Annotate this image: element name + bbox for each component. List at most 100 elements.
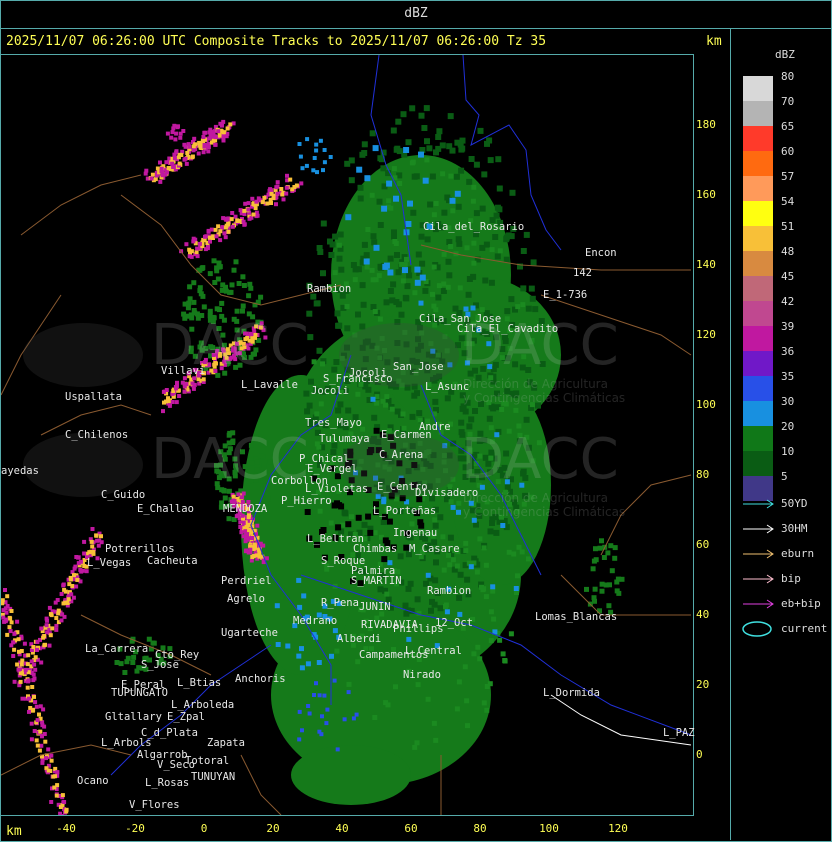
x-tick-label: 80	[473, 822, 487, 835]
place-label: Andre	[419, 421, 451, 433]
place-label: 142	[573, 267, 592, 279]
legend-swatch	[743, 426, 773, 451]
legend-swatch	[743, 276, 773, 301]
legend-swatch	[743, 251, 773, 276]
y-tick-label: 160	[696, 188, 716, 201]
y-tick-label: 0	[696, 748, 703, 761]
legend-swatch	[743, 376, 773, 401]
place-label: Ugarteche	[221, 627, 278, 639]
place-label: Nirado	[403, 669, 441, 681]
legend-swatch-label: 10	[781, 445, 795, 458]
legend-swatch	[743, 451, 773, 476]
place-label: S_Jose	[141, 659, 179, 671]
place-label: San_Jose	[393, 361, 444, 373]
place-label: Cila_del_Rosario	[423, 221, 525, 233]
y-tick-label: 140	[696, 258, 716, 271]
place-label: Encon	[585, 247, 617, 259]
place-label: MENDOZA	[223, 503, 268, 515]
place-label: Cila_El_Cavadito	[457, 323, 559, 335]
legend-swatch-label: 36	[781, 345, 795, 358]
place-label: Perdriel	[221, 575, 272, 587]
place-label: L_Arboleda	[171, 699, 235, 711]
place-label: V_Flores	[129, 799, 180, 811]
place-label: Chimbas	[353, 543, 398, 555]
track-legend-label: current	[781, 622, 828, 635]
place-label: Alberdi	[337, 633, 382, 645]
place-label: L_Asunc	[425, 381, 470, 393]
place-label: L_Violetas	[305, 483, 369, 495]
track-arrow-icon	[743, 599, 774, 609]
legend-swatch-label: 70	[781, 95, 795, 108]
legend-swatch-label: 48	[781, 245, 795, 258]
place-label: L_PAZ	[663, 727, 695, 739]
place-label: L_Dormida	[543, 687, 600, 699]
place-label: R_Pena	[321, 597, 359, 609]
place-label: TUNUYAN	[191, 771, 236, 783]
track-arrow-icon	[743, 574, 774, 584]
track-legend-label: eb+bip	[781, 597, 821, 610]
legend-swatch	[743, 176, 773, 201]
place-label: Ocano	[77, 775, 109, 787]
x-tick-label: 120	[608, 822, 628, 835]
track-legend-label: eburn	[781, 547, 815, 560]
track-arrow-icon	[743, 549, 774, 559]
legend-swatch-label: 65	[781, 120, 795, 133]
radar-map[interactable]: DACC DACC DACC DACC Dirección de Agricul…	[0, 54, 695, 816]
x-tick-label: 100	[539, 822, 559, 835]
legend-swatch	[743, 126, 773, 151]
place-label: S_MARTIN	[351, 575, 402, 587]
track-legend-label: 50YD	[781, 497, 808, 510]
place-label: L_Lavalle	[241, 379, 298, 391]
place-label: 12_Oct	[435, 617, 473, 629]
legend-swatch-label: 57	[781, 170, 795, 183]
place-label: Tulumaya	[319, 433, 370, 445]
place-label: L_Porteñas	[373, 505, 437, 517]
legend-swatch	[743, 226, 773, 251]
track-arrow-icon	[743, 524, 774, 534]
y-tick-label: 120	[696, 328, 716, 341]
legend-swatch	[743, 401, 773, 426]
track-legend-label: bip	[781, 572, 801, 585]
x-tick-label: 0	[200, 822, 208, 835]
legend-swatch	[743, 101, 773, 126]
track-arrow-icon	[743, 499, 774, 509]
x-tick-label: -40	[56, 822, 76, 835]
place-label: Anchoris	[235, 673, 286, 685]
place-label: E_Zpal	[167, 711, 205, 723]
place-label: E_Challao	[137, 503, 194, 515]
y-tick-label: 60	[696, 538, 710, 551]
place-label: Totoral	[185, 755, 230, 767]
place-label: Divisadero	[415, 487, 479, 499]
place-label: E_1-736	[543, 289, 588, 301]
place-label: Uspallata	[65, 391, 122, 403]
watermark-brand-4: DACC	[461, 427, 619, 492]
legend-swatch	[743, 301, 773, 326]
place-label: C_Chilenos	[65, 429, 129, 441]
current-position-icon	[742, 621, 772, 637]
legend-title: dBZ	[775, 48, 795, 61]
y-tick-label: 80	[696, 468, 710, 481]
watermark-text-3: Dirección de Agricultura	[463, 491, 608, 505]
place-label: C_Guido	[101, 489, 146, 501]
place-label: Medrano	[293, 615, 338, 627]
window-title: dBZ	[404, 6, 428, 21]
legend-swatch-label: 5	[781, 470, 788, 483]
legend-swatch-label: 42	[781, 295, 795, 308]
place-label: Rambion	[427, 585, 472, 597]
x-tick-label: -20	[125, 822, 145, 835]
km-unit-label-top: km	[706, 34, 722, 49]
km-unit-label-bottom: km	[6, 824, 22, 839]
place-label: La_Carrera	[85, 643, 149, 655]
place-label: Cacheuta	[147, 555, 198, 567]
x-tick-label: 60	[404, 822, 418, 835]
legend-swatch-label: 45	[781, 270, 795, 283]
place-label: C_Arena	[379, 449, 424, 461]
track-legend-label: 30HM	[781, 522, 808, 535]
legend-swatch-label: 60	[781, 145, 795, 158]
legend-swatch-label: 54	[781, 195, 795, 208]
place-label: Jocoli	[311, 385, 349, 397]
legend-swatch-label: 35	[781, 370, 795, 383]
composite-header: 2025/11/07 06:26:00 UTC Composite Tracks…	[6, 34, 547, 49]
place-label: L_Vegas	[87, 557, 132, 569]
place-label: Agrelo	[227, 593, 265, 605]
